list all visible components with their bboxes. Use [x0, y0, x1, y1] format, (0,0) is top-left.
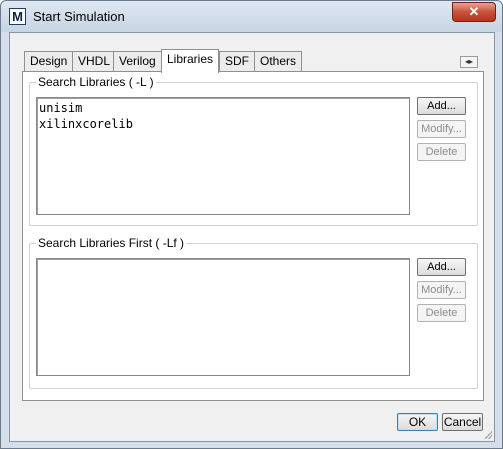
search-libraries-first-list[interactable]	[36, 258, 410, 376]
search-libraries-title: Search Libraries ( -L )	[36, 75, 156, 89]
window-title: Start Simulation	[33, 9, 125, 24]
tab-vhdl[interactable]: VHDL	[72, 51, 117, 72]
search-libraries-list[interactable]: unisim xilinxcorelib	[36, 97, 410, 215]
search-libraries-first-add-button[interactable]: Add...	[417, 258, 466, 276]
modelsim-logo-icon: M	[9, 8, 26, 25]
close-button[interactable]: ✕	[452, 2, 496, 22]
title-bar[interactable]: M Start Simulation ✕	[1, 1, 502, 32]
resize-grip-icon[interactable]	[482, 429, 492, 439]
libraries-panel: Search Libraries ( -L ) unisim xilinxcor…	[22, 71, 484, 401]
list-item[interactable]: unisim	[39, 100, 407, 116]
tab-libraries[interactable]: Libraries	[161, 49, 220, 73]
ok-button[interactable]: OK	[397, 413, 438, 431]
search-libraries-delete-button[interactable]: Delete	[417, 143, 466, 161]
search-libraries-add-button[interactable]: Add...	[417, 97, 466, 115]
tab-verilog[interactable]: Verilog	[113, 51, 162, 72]
start-simulation-dialog: M Start Simulation ✕ Design VHDL Verilog…	[0, 0, 503, 449]
search-libraries-group: Search Libraries ( -L ) unisim xilinxcor…	[29, 75, 478, 226]
search-libraries-modify-button[interactable]: Modify...	[417, 120, 466, 138]
tab-others[interactable]: Others	[254, 51, 303, 72]
cancel-button[interactable]: Cancel	[442, 413, 483, 431]
list-item[interactable]: xilinxcorelib	[39, 116, 407, 132]
search-libraries-first-group: Search Libraries First ( -Lf ) Add... Mo…	[29, 236, 478, 389]
search-libraries-first-modify-button[interactable]: Modify...	[417, 281, 466, 299]
tab-sdf[interactable]: SDF	[219, 51, 255, 72]
tab-scroll-arrows-icon[interactable]: ◂▸	[460, 56, 478, 68]
search-libraries-first-delete-button[interactable]: Delete	[417, 304, 466, 322]
dialog-body: Design VHDL Verilog Libraries SDF Others…	[9, 32, 495, 442]
search-libraries-first-title: Search Libraries First ( -Lf )	[36, 236, 187, 250]
tab-design[interactable]: Design	[24, 51, 74, 72]
